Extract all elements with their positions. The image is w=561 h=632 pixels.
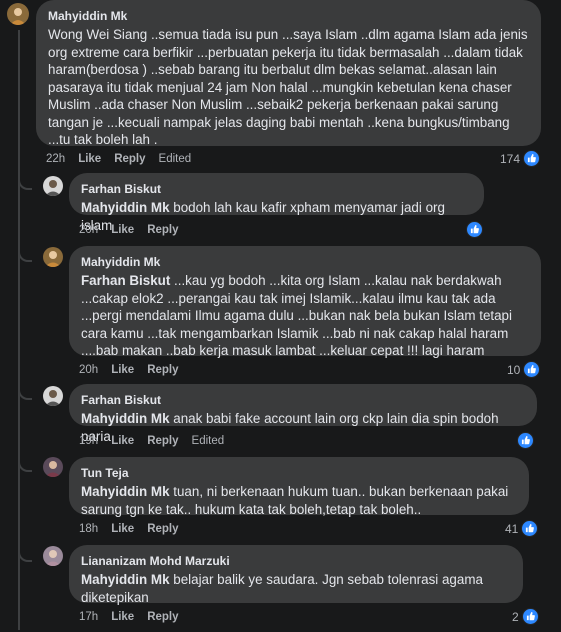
comment-actions: 22h Like Reply Edited xyxy=(46,153,204,165)
reaction-count[interactable]: 41 xyxy=(505,520,539,537)
thread-line xyxy=(18,30,20,630)
edited-label[interactable]: Edited xyxy=(159,153,192,165)
reply-button[interactable]: Reply xyxy=(114,153,145,165)
mention-tag[interactable]: Mahyiddin Mk xyxy=(81,572,170,587)
comment-author[interactable]: Farhan Biskut xyxy=(81,181,472,197)
comment-time[interactable]: 17h xyxy=(79,611,98,623)
reaction-count[interactable]: 174 xyxy=(500,150,541,167)
like-button[interactable]: Like xyxy=(111,364,134,376)
reaction-count[interactable]: 10 xyxy=(507,361,541,378)
mention-tag[interactable]: Farhan Biskut xyxy=(81,273,170,288)
reaction-number: 41 xyxy=(505,521,519,536)
thumbs-up-icon xyxy=(466,221,483,238)
comment-text-wrap: Farhan Biskut ...kau yg bodoh ...kita or… xyxy=(81,272,529,360)
reaction-count[interactable]: 2 xyxy=(512,608,539,625)
avatar[interactable] xyxy=(43,247,63,267)
thread-branch xyxy=(18,542,32,562)
comment-author[interactable]: Tun Teja xyxy=(81,465,517,481)
thread-branch xyxy=(18,380,32,400)
comment-actions: 17h Like Reply xyxy=(79,611,192,623)
comment-time[interactable]: 18h xyxy=(79,523,98,535)
comment-author[interactable]: Liananizam Mohd Marzuki xyxy=(81,553,511,569)
comment-bubble: Mahyiddin Mk Wong Wei Siang ..semua tiad… xyxy=(36,0,541,147)
like-button[interactable]: Like xyxy=(78,153,101,165)
avatar[interactable] xyxy=(43,457,63,477)
comment-actions: 18h Like Reply xyxy=(79,523,192,535)
reaction-number: 2 xyxy=(512,609,519,624)
avatar[interactable] xyxy=(43,386,63,406)
comment-actions: 20h Like Reply xyxy=(79,224,192,236)
thread-branch xyxy=(18,242,32,262)
comment-author[interactable]: Mahyiddin Mk xyxy=(48,8,529,24)
comment-time[interactable]: 19h xyxy=(79,435,98,447)
thumbs-up-icon xyxy=(521,608,539,625)
comment-bubble: Tun Teja Mahyiddin Mk tuan, ni berkenaan… xyxy=(69,457,529,518)
mention-tag[interactable]: Mahyiddin Mk xyxy=(81,200,170,215)
reaction-number: 174 xyxy=(500,151,521,166)
edited-label[interactable]: Edited xyxy=(192,435,225,447)
reaction-count[interactable] xyxy=(517,432,534,449)
reaction-count[interactable] xyxy=(466,221,483,238)
mention-tag[interactable]: Mahyiddin Mk xyxy=(81,411,170,426)
comment-text-wrap: Mahyiddin Mk belajar balik ye saudara. J… xyxy=(81,571,511,606)
comment-actions: 20h Like Reply xyxy=(79,364,192,376)
thumbs-up-icon xyxy=(521,520,539,537)
thread-branch xyxy=(18,452,32,472)
comment-bubble: Farhan Biskut Mahyiddin Mk anak babi fak… xyxy=(69,384,537,444)
like-button[interactable]: Like xyxy=(111,523,134,535)
comment-text: Wong Wei Siang ..semua tiada isu pun ...… xyxy=(48,27,528,147)
comment-text-wrap: Mahyiddin Mk tuan, ni berkenaan hukum tu… xyxy=(81,483,517,518)
reply-button[interactable]: Reply xyxy=(147,364,178,376)
thumbs-up-icon xyxy=(523,361,541,378)
comment-bubble: Farhan Biskut Mahyiddin Mk bodoh lah kau… xyxy=(69,173,484,233)
avatar[interactable] xyxy=(43,176,63,196)
mention-tag[interactable]: Mahyiddin Mk xyxy=(81,484,170,499)
like-button[interactable]: Like xyxy=(111,435,134,447)
reply-button[interactable]: Reply xyxy=(147,523,178,535)
reply-button[interactable]: Reply xyxy=(147,224,178,236)
comment-time[interactable]: 22h xyxy=(46,153,65,165)
comment-time[interactable]: 20h xyxy=(79,224,98,236)
comment-bubble: Liananizam Mohd Marzuki Mahyiddin Mk bel… xyxy=(69,545,523,606)
thumbs-up-icon xyxy=(523,150,541,167)
comment-author[interactable]: Farhan Biskut xyxy=(81,392,525,408)
comment-author[interactable]: Mahyiddin Mk xyxy=(81,254,529,270)
comment-time[interactable]: 20h xyxy=(79,364,98,376)
avatar[interactable] xyxy=(43,546,63,566)
thumbs-up-icon xyxy=(517,432,534,449)
like-button[interactable]: Like xyxy=(111,611,134,623)
comment-bubble: Mahyiddin Mk Farhan Biskut ...kau yg bod… xyxy=(69,246,541,358)
reaction-number: 10 xyxy=(507,362,521,377)
avatar[interactable] xyxy=(7,3,29,25)
comment-actions: 19h Like Reply Edited xyxy=(79,435,237,447)
reply-button[interactable]: Reply xyxy=(147,435,178,447)
like-button[interactable]: Like xyxy=(111,224,134,236)
thread-branch xyxy=(18,170,32,190)
reply-button[interactable]: Reply xyxy=(147,611,178,623)
